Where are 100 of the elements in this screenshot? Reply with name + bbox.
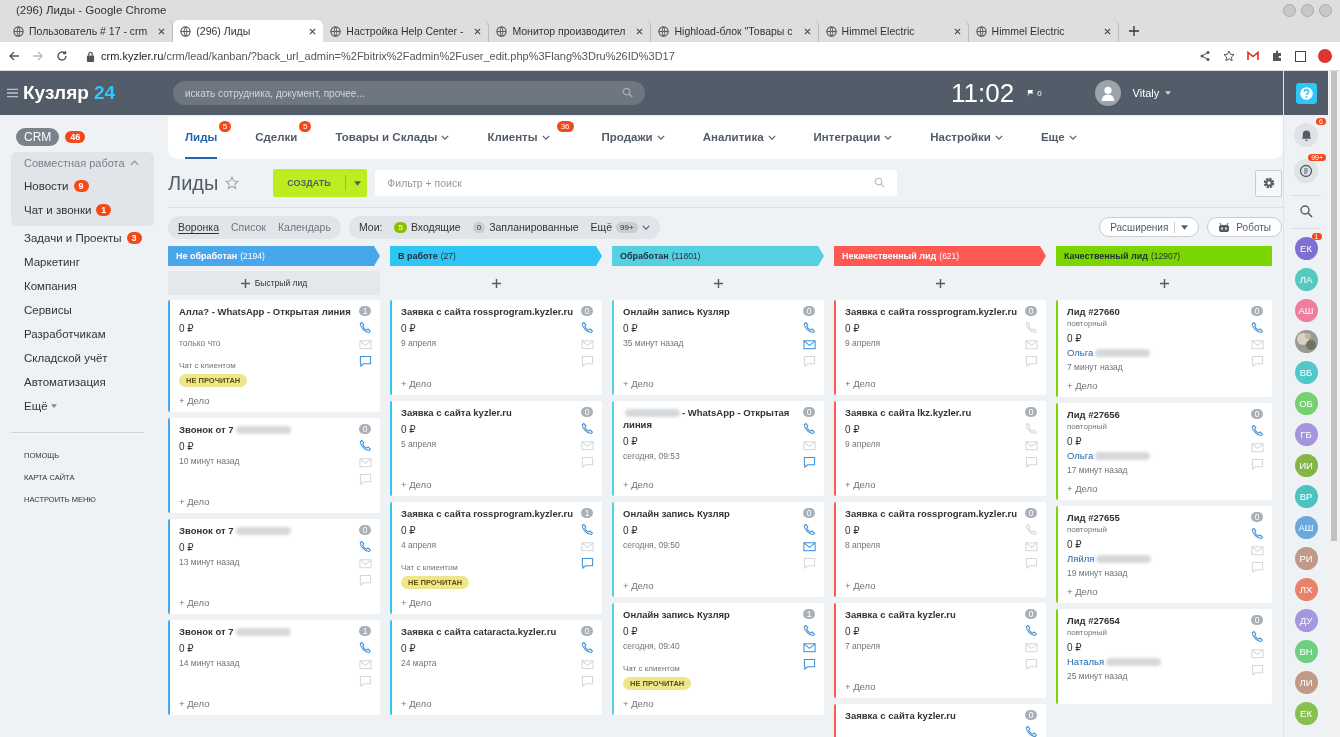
lead-card[interactable]: Заявка с сайта rossprogram.kyzler.ru 0 ₽ 9 апреля + Дело 0 (390, 300, 602, 395)
lead-title[interactable]: Заявка с сайта lkz.kyzler.ru (845, 407, 1024, 419)
lead-title[interactable]: Онлайн запись Кузляр (623, 306, 802, 318)
lead-title[interactable]: Заявка с сайта rossprogram.kyzler.ru (845, 306, 1024, 318)
sidebar-item[interactable]: Маркетинг (24, 256, 80, 268)
lead-card[interactable]: Звонок от 7 0 ₽ 10 минут назад + Дело 0 (168, 418, 380, 513)
view-tab[interactable]: Список (231, 221, 266, 233)
add-task-link[interactable]: + Дело (1067, 475, 1250, 494)
add-task-link[interactable]: + Дело (1067, 372, 1250, 391)
phone-icon[interactable] (1250, 321, 1264, 334)
lead-card[interactable]: Лид #27660 повторный 0 ₽ Ольга 7 минут назад + Дело 0 (1056, 300, 1272, 397)
sidebar-item[interactable]: Задачи и Проекты (24, 232, 122, 244)
lead-title[interactable]: Заявка с сайта kyzler.ru (845, 609, 1024, 621)
phone-icon[interactable] (358, 540, 372, 553)
user-name[interactable]: Vitaly (1132, 87, 1160, 99)
lead-title[interactable]: - WhatsApp - Открытая линия (623, 407, 802, 431)
back-icon[interactable] (8, 50, 20, 62)
reload-icon[interactable] (56, 50, 68, 62)
lead-card[interactable]: Заявка с сайта lkz.kyzler.ru 0 ₽ 9 апреля + Дело 0 (834, 401, 1046, 496)
chevron-icon[interactable] (441, 134, 450, 140)
add-task-link[interactable]: + Дело (845, 471, 1024, 490)
sidebar-item[interactable]: Сервисы (24, 304, 72, 316)
chevron-icon[interactable] (641, 224, 650, 230)
phone-icon[interactable] (358, 439, 372, 452)
nav-tab[interactable]: Товары и Склады (335, 117, 450, 159)
phone-icon[interactable] (802, 422, 816, 435)
lead-title[interactable]: Заявка с сайта cataracta.kyzler.ru (401, 626, 580, 638)
caret-icon[interactable] (354, 180, 362, 186)
sidebar-item[interactable]: Складской учёт (24, 352, 108, 364)
close-icon[interactable] (803, 27, 811, 35)
chevron-icon[interactable] (656, 134, 665, 140)
sidebar-item[interactable]: Чат и звонки (24, 204, 92, 216)
forward-icon[interactable] (32, 50, 44, 62)
lead-card[interactable]: Заявка с сайта kyzler.ru 0 (834, 704, 1046, 737)
star-icon[interactable] (225, 176, 240, 190)
nav-tab[interactable]: Клиенты (487, 117, 550, 159)
phone-icon[interactable] (802, 321, 816, 334)
chat-icon[interactable] (802, 456, 816, 469)
menu-icon[interactable] (7, 88, 18, 98)
photo-placeholder[interactable] (1294, 330, 1318, 353)
add-task-link[interactable]: + Дело (401, 690, 580, 709)
phone-icon[interactable] (1024, 725, 1038, 737)
more-link[interactable]: Ещё (590, 221, 613, 233)
lead-title[interactable]: Онлайн запись Кузляр (623, 508, 802, 520)
lead-card[interactable]: Заявка с сайта kyzler.ru 0 ₽ 7 апреля + Дело 0 (834, 603, 1046, 698)
lead-title[interactable]: Заявка с сайта rossprogram.kyzler.ru (401, 508, 580, 520)
add-task-link[interactable]: + Дело (623, 370, 802, 389)
help-icon[interactable] (1295, 82, 1317, 104)
phone-icon[interactable] (580, 321, 594, 334)
phone-icon[interactable] (358, 641, 372, 654)
counter-link[interactable]: Входящие (410, 221, 461, 233)
nav-tab[interactable]: Продажи (601, 117, 665, 159)
lead-title[interactable]: Заявка с сайта rossprogram.kyzler.ru (845, 508, 1024, 520)
sidebar-item[interactable]: Автоматизация (24, 376, 106, 388)
lead-title[interactable]: Лид #27660 (1067, 306, 1250, 318)
puzzle-icon[interactable] (1271, 50, 1283, 62)
lead-card[interactable]: Заявка с сайта rossprogram.kyzler.ru 0 ₽ 9 апреля + Дело 0 (834, 300, 1046, 395)
minimize-icon[interactable] (1283, 3, 1296, 17)
close-icon[interactable] (953, 27, 961, 35)
user-avatar[interactable] (1094, 80, 1121, 106)
lead-card[interactable]: Заявка с сайта cataracta.kyzler.ru 0 ₽ 24 марта + Дело 0 (390, 620, 602, 715)
browser-tab[interactable]: (296) Лиды (173, 20, 324, 42)
sidebar-item[interactable]: Компания (24, 280, 77, 292)
extensions-button[interactable]: Расширения (1099, 217, 1200, 237)
contact-link[interactable]: Ляйля (1067, 553, 1250, 564)
counter-link[interactable]: Запланированные (489, 221, 579, 233)
lead-title[interactable]: Заявка с сайта kyzler.ru (845, 710, 1024, 722)
sidebar-item[interactable]: Новости (24, 180, 69, 192)
nav-tab[interactable]: Лиды (185, 117, 218, 159)
chat-icon[interactable] (580, 557, 594, 570)
chat-icon[interactable] (802, 658, 816, 671)
close-icon[interactable] (158, 27, 166, 35)
new-tab-icon[interactable] (1128, 26, 1139, 36)
lead-card[interactable]: Онлайн запись Кузляр 0 ₽ 35 минут назад + Дело 0 (612, 300, 824, 395)
lead-card[interactable]: Онлайн запись Кузляр 0 ₽ сегодня, 09:50 + Дело 0 (612, 502, 824, 597)
chats-button[interactable] (1294, 159, 1318, 183)
robots-button[interactable]: Роботы (1207, 217, 1282, 237)
chevron-icon[interactable] (767, 134, 776, 140)
add-task-link[interactable]: + Дело (401, 471, 580, 490)
phone-icon[interactable] (1250, 527, 1264, 540)
phone-icon[interactable] (358, 321, 372, 334)
chevron-icon[interactable] (994, 134, 1003, 140)
contact-link[interactable]: Наталья (1067, 656, 1250, 667)
lead-title[interactable]: Звонок от 7 (179, 525, 358, 537)
nav-tab[interactable]: Еще (1040, 117, 1077, 159)
lead-card[interactable]: Звонок от 7 0 ₽ 13 минут назад + Дело 0 (168, 519, 380, 614)
add-task-link[interactable]: + Дело (179, 488, 358, 507)
close-icon[interactable] (636, 27, 644, 35)
lead-title[interactable]: Лид #27655 (1067, 512, 1250, 524)
lead-title[interactable]: Звонок от 7 (179, 626, 358, 638)
phone-icon[interactable] (1250, 630, 1264, 643)
view-tab[interactable]: Воронка (178, 220, 219, 234)
add-task-link[interactable]: + Дело (179, 589, 358, 608)
mail-icon[interactable] (802, 641, 816, 654)
settings-button[interactable] (1255, 169, 1282, 197)
profile-icon[interactable] (1318, 49, 1332, 63)
nav-tab[interactable]: Аналитика (702, 117, 776, 159)
phone-icon[interactable] (580, 523, 594, 536)
add-task-link[interactable]: + Дело (1067, 578, 1250, 597)
add-task-link[interactable]: + Дело (845, 673, 1024, 692)
